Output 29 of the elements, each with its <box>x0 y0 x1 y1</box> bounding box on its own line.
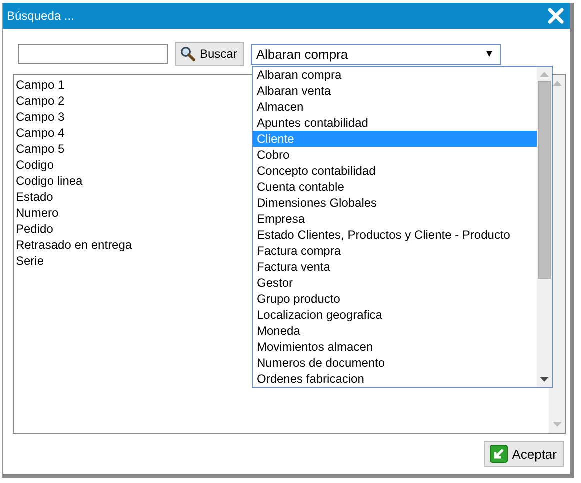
dropdown-option[interactable]: Empresa <box>253 211 537 227</box>
dropdown-option[interactable]: Grupo producto <box>253 291 537 307</box>
scrollbar[interactable] <box>537 67 552 387</box>
dropdown-option[interactable]: Factura venta <box>253 259 537 275</box>
search-button[interactable]: Buscar <box>175 42 244 66</box>
dropdown-option[interactable]: Gestor <box>253 275 537 291</box>
dropdown-option[interactable]: Dimensiones Globales <box>253 195 537 211</box>
search-icon <box>180 46 196 62</box>
dropdown-option[interactable]: Ordenes fabricacion <box>253 371 537 387</box>
dropdown-option[interactable]: Cobro <box>253 147 537 163</box>
dropdown-option[interactable]: Albaran venta <box>253 83 537 99</box>
dropdown-option[interactable]: Albaran compra <box>253 67 537 83</box>
scroll-down-icon[interactable] <box>540 377 549 383</box>
dropdown-option[interactable]: Cuenta contable <box>253 179 537 195</box>
search-field[interactable] <box>18 44 168 64</box>
dropdown-option[interactable]: Almacen <box>253 99 537 115</box>
window-title: Búsqueda ... <box>7 9 74 23</box>
accept-button[interactable]: Aceptar <box>484 441 564 467</box>
dropdown-option[interactable]: Factura compra <box>253 243 537 259</box>
close-icon[interactable] <box>548 8 564 24</box>
dropdown-option[interactable]: Concepto contabilidad <box>253 163 537 179</box>
dropdown-option[interactable]: Numeros de documento <box>253 355 537 371</box>
dropdown-option[interactable]: Apuntes contabilidad <box>253 115 537 131</box>
dropdown-option[interactable]: Localizacion geografica <box>253 307 537 323</box>
scroll-thumb[interactable] <box>538 81 551 279</box>
dropdown-option[interactable]: Moneda <box>253 323 537 339</box>
dropdown-option[interactable]: Estado Clientes, Productos y Cliente - Producto <box>253 227 537 243</box>
type-dropdown[interactable]: Albaran compra ▼ <box>251 44 502 64</box>
dropdown-option[interactable]: Movimientos almacen <box>253 339 537 355</box>
